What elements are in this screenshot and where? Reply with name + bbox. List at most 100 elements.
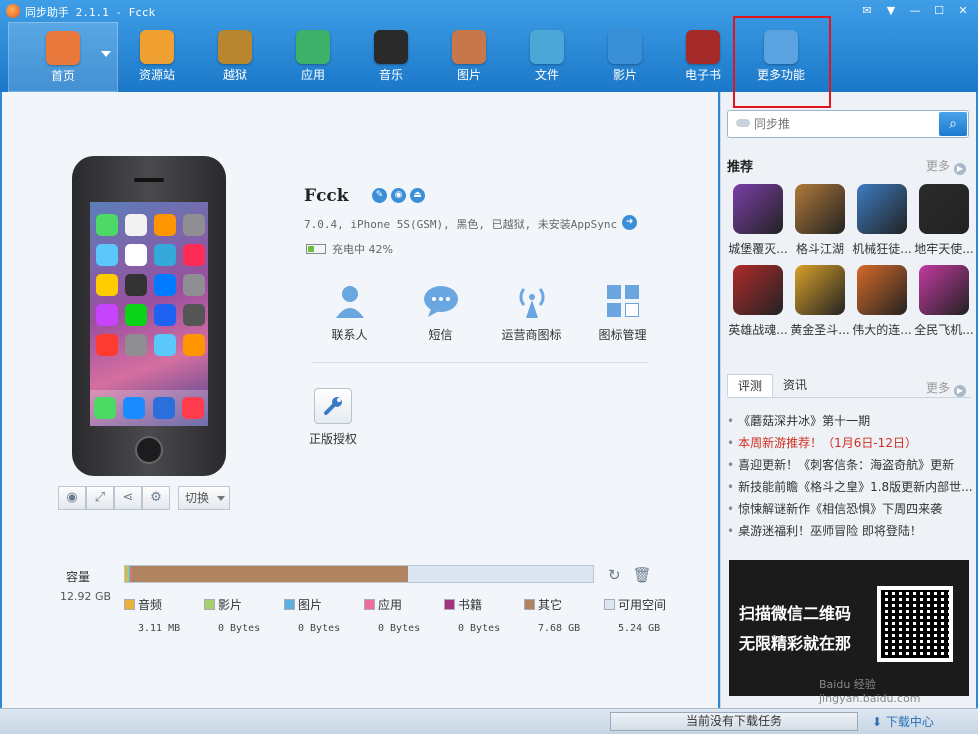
legend-value: 0 Bytes [298,623,341,634]
phone-app-icon [154,244,176,266]
download-status[interactable]: 当前没有下载任务 [610,712,858,731]
tab-news[interactable]: 资讯 [773,374,817,397]
legend-swatch [444,599,455,610]
download-center-label: 下载中心 [885,715,934,729]
news-item[interactable]: 《蘑菇深井冰》第十一期 [727,410,973,432]
sms-label: 短信 [428,328,453,342]
sms-button[interactable]: 短信 [395,282,486,343]
eject-icon[interactable]: ⏏ [410,188,425,203]
news-more-link[interactable]: 更多 ▶ [926,379,966,397]
phone-app-icon [96,274,118,296]
app-logo-icon [6,4,20,18]
news-item[interactable]: 惊悚解谜新作《相信恐惧》下周四来袭 [727,498,973,520]
nav-label: 文件 [534,68,559,82]
refresh-icon[interactable]: ↻ [608,566,621,584]
legend-item: 其它 7.68 GB [524,596,604,634]
news-item[interactable]: 桌游迷福利！巫师冒险 即将登陆！ [727,520,973,542]
game-name: 英雄战魂... [728,323,788,337]
nav-item-2[interactable]: 越狱 [196,22,274,92]
home-icon [46,31,80,65]
phone-image [72,156,226,476]
window-controls: ✉ ▼ — ☐ ✕ [858,3,972,19]
game-name: 黄金圣斗... [790,323,850,337]
nav-item-6[interactable]: 文件 [508,22,586,92]
qr-code-image [877,586,953,662]
mail-app-icon [123,397,146,419]
game-tile[interactable]: 机械狂徒... [851,184,913,257]
search-icon[interactable]: ⌕ [939,112,967,136]
carrier-icon-button[interactable]: 运营商图标 [486,282,577,343]
device-details-arrow-icon[interactable]: ➜ [622,215,637,230]
switch-device-button[interactable]: 切换 [178,486,230,510]
icon-manager-button[interactable]: 图标管理 [577,282,668,343]
phone-app-icon [183,334,205,356]
cloud-icon [736,119,750,127]
game-tile[interactable]: 黄金圣斗... [789,265,851,338]
legend-swatch [524,599,535,610]
maximize-icon[interactable]: ☐ [930,3,948,19]
nav-item-8[interactable]: 电子书 [664,22,742,92]
phone-app-icon [183,304,205,326]
tab-review[interactable]: 评测 [727,374,774,397]
feedback-icon[interactable]: ✉ [858,3,876,19]
game-icon [857,184,907,234]
news-item[interactable]: 新技能前瞻《格斗之皇》1.8版更新内部世... [727,476,973,498]
sms-icon [395,282,486,320]
view-eye-icon[interactable]: ◉ [391,188,406,203]
contacts-button[interactable]: 联系人 [304,282,395,343]
legend-item: 应用 0 Bytes [364,596,444,634]
legend-name: 应用 [378,598,403,612]
recommend-more-link[interactable]: 更多 ▶ [926,157,966,175]
news-list: 《蘑菇深井冰》第十一期本周新游推荐！（1月6日-12日）喜迎更新！《刺客信条：海… [727,410,973,542]
genuine-auth-button[interactable]: 正版授权 [306,388,360,447]
game-tile[interactable]: 城堡覆灭... [727,184,789,257]
game-icon [857,265,907,315]
battery-text: 充电中 42% [332,243,393,256]
nav-item-7[interactable]: 影片 [586,22,664,92]
phone-app-icon [183,214,205,236]
storage-segment [131,566,408,582]
news-item[interactable]: 本周新游推荐！（1月6日-12日） [727,432,973,454]
legend-swatch [364,599,375,610]
legend-name: 可用空间 [618,598,667,612]
legend-name: 音频 [138,598,163,612]
edit-icon[interactable]: ✎ [372,188,387,203]
search-input[interactable] [754,115,934,133]
game-tile[interactable]: 全民飞机... [913,265,975,338]
trash-icon[interactable]: 🗑 [633,566,652,584]
chevron-down-icon[interactable] [101,51,111,57]
nav-item-1[interactable]: 资源站 [118,22,196,92]
game-tile[interactable]: 格斗江湖 [789,184,851,257]
carrier-label: 运营商图标 [501,328,562,342]
screenshot-button[interactable]: ◉ [58,486,86,510]
game-name: 城堡覆灭... [728,242,788,256]
nav-item-4[interactable]: 音乐 [352,22,430,92]
menu-icon[interactable]: ▼ [882,3,900,19]
contacts-icon [304,282,395,320]
download-center-link[interactable]: ⬇ 下载中心 [872,713,934,730]
nav-item-5[interactable]: 图片 [430,22,508,92]
music-icon [374,30,408,64]
fullscreen-button[interactable]: ⤢ [86,486,114,510]
legend-item: 影片 0 Bytes [204,596,284,634]
settings-gear-button[interactable]: ⚙ [142,486,170,510]
legend-swatch [124,599,135,610]
game-tile[interactable]: 地牢天使... [913,184,975,257]
news-item[interactable]: 喜迎更新！《刺客信条：海盗奇航》更新 [727,454,973,476]
nav-item-3[interactable]: 应用 [274,22,352,92]
wechat-ad-banner[interactable]: 扫描微信二维码 无限精彩就在那 Baidu 经验 jingyan.baidu.c… [729,560,969,705]
game-name: 机械狂徒... [852,242,912,256]
nav-label: 资源站 [138,68,175,82]
phone-app-icon [96,334,118,356]
more-label: 更多 [925,159,950,173]
game-tile[interactable]: 英雄战魂... [727,265,789,338]
icon-manager-icon [577,282,668,320]
annotation-highlight-box [733,16,831,108]
share-button[interactable]: ⋖ [114,486,142,510]
phone-dock [90,390,208,426]
phone-app-icon [154,334,176,356]
nav-item-0[interactable]: 首页 [8,22,118,92]
game-tile[interactable]: 伟大的连... [851,265,913,338]
minimize-icon[interactable]: — [906,3,924,19]
close-icon[interactable]: ✕ [954,3,972,19]
